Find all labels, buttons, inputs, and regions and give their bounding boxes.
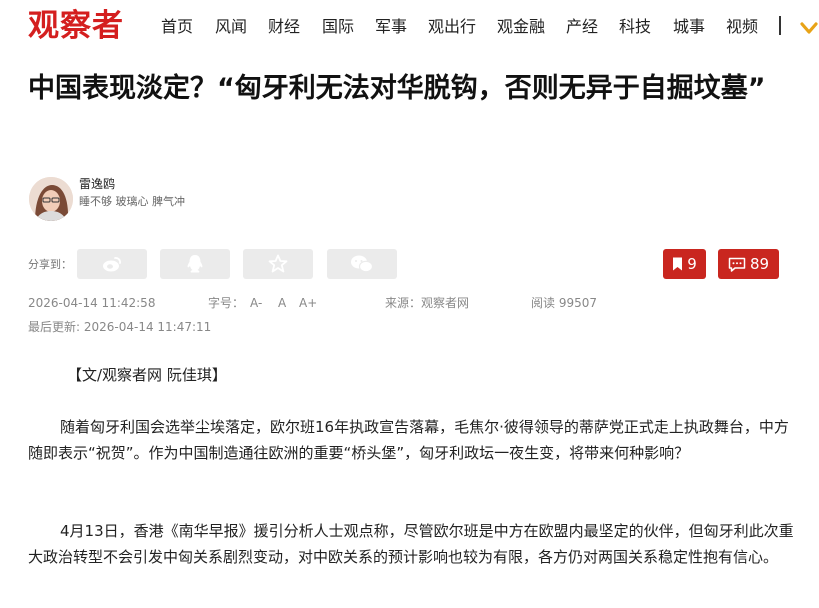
chevron-down-icon[interactable]: [799, 18, 819, 38]
paragraph-2: 4月13日，香港《南华早报》援引分析人士观点称，尽管欧尔班是中方在欧盟内最坚定的…: [28, 522, 794, 566]
nav-item-home[interactable]: 首页: [161, 16, 193, 38]
bookmark-count: 9: [687, 255, 697, 273]
nav-item-travel[interactable]: 观出行: [428, 16, 476, 38]
nav-item-city[interactable]: 城事: [673, 16, 705, 38]
publish-time: 2026-04-14 11:42:58: [28, 296, 156, 310]
nav-item-tech[interactable]: 科技: [619, 16, 651, 38]
author-bio: 睡不够 玻璃心 脾气冲: [79, 195, 185, 208]
bookmark-button[interactable]: 9: [663, 249, 706, 279]
font-size-increase[interactable]: A+: [299, 295, 317, 311]
nav-item-industry[interactable]: 产经: [566, 16, 598, 38]
byline: 【文/观察者网 阮佳琪】: [67, 366, 227, 384]
font-size-decrease[interactable]: A-: [250, 295, 262, 311]
comment-count: 89: [749, 255, 770, 273]
bookmark-icon: [672, 257, 687, 271]
avatar[interactable]: [29, 177, 73, 221]
share-wechat-button[interactable]: [327, 249, 397, 279]
nav-divider: [779, 16, 781, 35]
wechat-icon: [350, 254, 374, 274]
nav-item-video[interactable]: 视频: [726, 16, 758, 38]
nav-item-military[interactable]: 军事: [375, 16, 407, 38]
author-name[interactable]: 雷逸鸥: [79, 176, 115, 192]
weibo-icon: [101, 255, 123, 273]
nav-item-money[interactable]: 观金融: [497, 16, 545, 38]
view-count: 阅读 99507: [531, 296, 597, 310]
share-qq-button[interactable]: [160, 249, 230, 279]
share-label: 分享到：: [28, 258, 72, 271]
qq-icon: [186, 254, 204, 274]
article-source: 来源：观察者网: [385, 296, 470, 310]
font-size-default[interactable]: A: [278, 295, 286, 311]
font-size-label: 字号：: [208, 296, 245, 310]
paragraph-1: 随着匈牙利国会选举尘埃落定，欧尔班16年执政宣告落幕，毛焦尔·彼得领导的蒂萨党正…: [28, 418, 789, 462]
qzone-icon: [268, 254, 288, 274]
nav-item-fengwen[interactable]: 风闻: [215, 16, 247, 38]
nav-item-intl[interactable]: 国际: [322, 16, 354, 38]
comment-icon: [728, 257, 750, 272]
share-weibo-button[interactable]: [77, 249, 147, 279]
comment-button[interactable]: 89: [718, 249, 779, 279]
share-qzone-button[interactable]: [243, 249, 313, 279]
article-title: 中国表现淡定？“匈牙利无法对华脱钩，否则无异于自掘坟墓”: [28, 73, 766, 104]
nav-item-finance[interactable]: 财经: [268, 16, 300, 38]
site-header: 观察者 首页 风闻 财经 国际 军事 观出行 观金融 产经 科技 城事 视频: [0, 0, 819, 54]
last-updated: 最后更新: 2026-04-14 11:47:11: [28, 320, 212, 334]
site-logo[interactable]: 观察者: [28, 4, 124, 48]
